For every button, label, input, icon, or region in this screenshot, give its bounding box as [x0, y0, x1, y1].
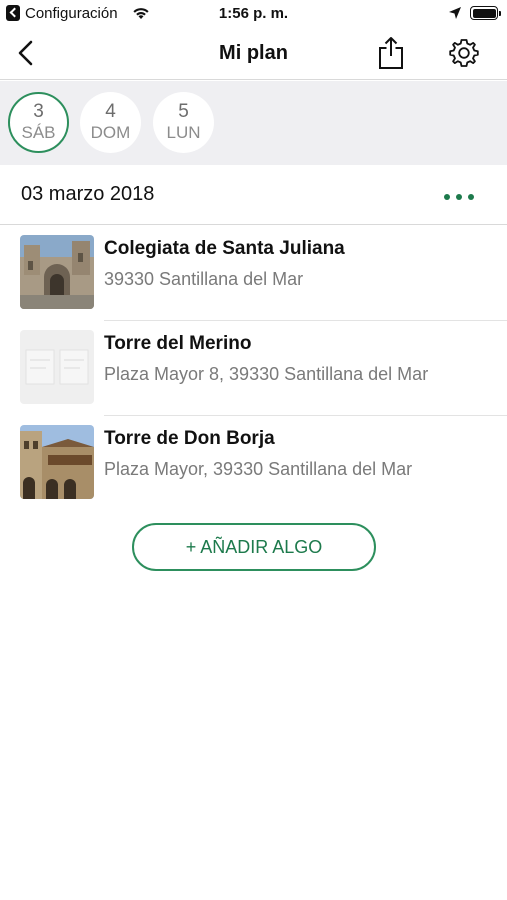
place-name: Torre del Merino: [104, 333, 252, 354]
date-label: 03 marzo 2018: [21, 183, 155, 205]
day-weekday: SÁB: [21, 123, 56, 142]
dot: [444, 194, 450, 200]
day-number: 3: [33, 101, 44, 122]
day-chip-sun[interactable]: 4 DOM: [80, 92, 141, 153]
day-number: 4: [105, 101, 116, 122]
add-something-button[interactable]: + AÑADIR ALGO: [132, 523, 376, 571]
placeholder-image-thumbnail: [20, 330, 94, 404]
dot: [456, 194, 462, 200]
day-number: 5: [178, 101, 189, 122]
church-photo-thumbnail: [20, 235, 94, 309]
settings-gear-icon[interactable]: [448, 37, 480, 69]
navigation-bar: Mi plan: [0, 30, 507, 80]
place-address: Plaza Mayor 8, 39330 Santillana del Mar: [104, 364, 429, 384]
clock: 1:56 p. m.: [218, 5, 289, 22]
more-options-icon[interactable]: [444, 190, 484, 204]
list-item[interactable]: Torre de Don Borja Plaza Mayor, 39330 Sa…: [0, 416, 507, 511]
day-selector: 3 SÁB 4 DOM 5 LUN: [0, 81, 507, 165]
place-name: Colegiata de Santa Juliana: [104, 238, 345, 259]
battery-icon: [470, 6, 501, 20]
day-chip-sat[interactable]: 3 SÁB: [8, 92, 69, 153]
location-arrow-icon: [449, 7, 461, 19]
status-bar: Configuración 1:56 p. m.: [0, 0, 507, 30]
places-list: Colegiata de Santa Juliana 39330 Santill…: [0, 226, 507, 511]
day-weekday: LUN: [166, 123, 201, 142]
date-header: 03 marzo 2018: [0, 165, 507, 225]
tower-photo-thumbnail: [20, 425, 94, 499]
share-icon[interactable]: [377, 36, 405, 70]
list-item[interactable]: Colegiata de Santa Juliana 39330 Santill…: [0, 226, 507, 321]
place-name: Torre de Don Borja: [104, 428, 275, 449]
list-item[interactable]: Torre del Merino Plaza Mayor 8, 39330 Sa…: [0, 321, 507, 416]
place-address: 39330 Santillana del Mar: [104, 269, 304, 289]
page-title: Mi plan: [219, 42, 288, 64]
day-chip-mon[interactable]: 5 LUN: [153, 92, 214, 153]
place-address: Plaza Mayor, 39330 Santillana del Mar: [104, 459, 413, 479]
dot: [468, 194, 474, 200]
day-weekday: DOM: [90, 123, 131, 142]
